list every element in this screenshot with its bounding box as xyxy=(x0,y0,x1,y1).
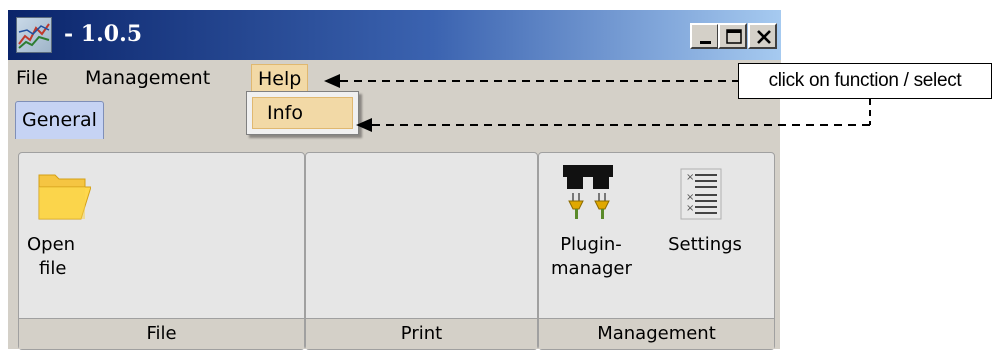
annotation-callout: click on function / select xyxy=(738,63,992,99)
arrow-to-help-head xyxy=(324,74,340,88)
annotation-arrows xyxy=(324,74,871,132)
arrow-to-info-head xyxy=(356,118,372,132)
